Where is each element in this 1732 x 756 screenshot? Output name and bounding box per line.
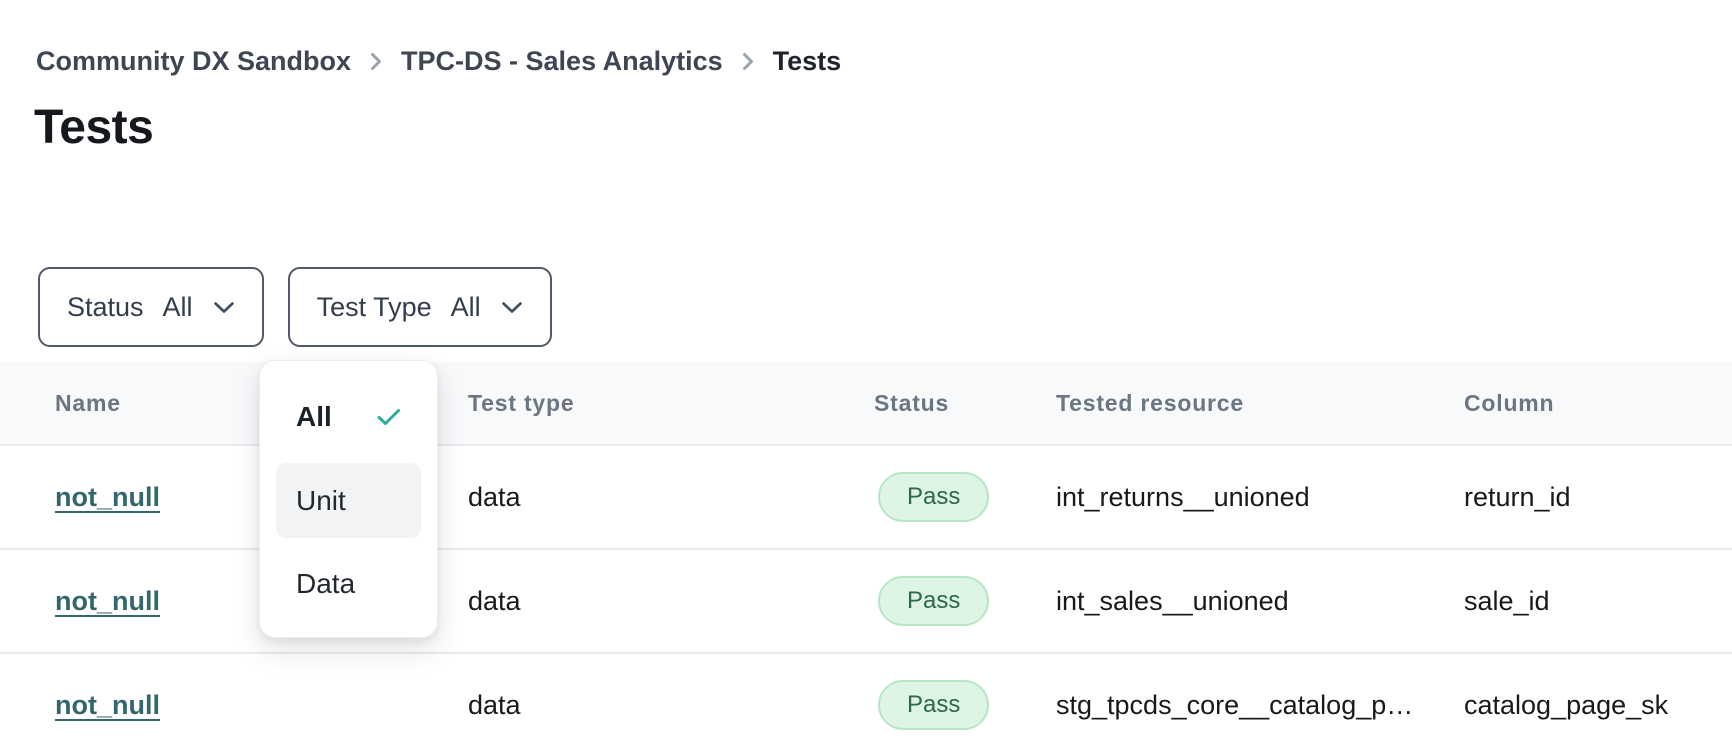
chevron-down-icon: [501, 301, 523, 314]
test-type-dropdown-menu: All Unit Data: [259, 360, 438, 638]
breadcrumb: Community DX Sandbox TPC-DS - Sales Anal…: [36, 46, 841, 77]
chevron-right-icon: [370, 52, 382, 71]
page-title: Tests: [34, 100, 153, 155]
filter-bar: Status All Test Type All: [38, 267, 552, 347]
test-type-filter-label: Test Type: [317, 292, 432, 323]
column-header-column: Column: [1464, 390, 1732, 417]
tested-resource-cell: stg_tpcds_core__catalog_p…: [1056, 690, 1464, 721]
chevron-right-icon: [742, 52, 754, 71]
status-filter-label: Status: [67, 292, 144, 323]
check-icon: [377, 408, 401, 426]
column-header-status: Status: [874, 390, 1056, 417]
test-name-link[interactable]: not_null: [55, 690, 160, 720]
dropdown-item-unit[interactable]: Unit: [276, 463, 421, 538]
dropdown-item-data[interactable]: Data: [276, 554, 421, 614]
status-badge: Pass: [878, 472, 989, 522]
dropdown-item-label: All: [296, 401, 332, 433]
breadcrumb-item-tests: Tests: [773, 46, 842, 77]
test-type-filter-button[interactable]: Test Type All: [288, 267, 552, 347]
column-cell: catalog_page_sk: [1464, 690, 1732, 721]
tests-page: Community DX Sandbox TPC-DS - Sales Anal…: [0, 0, 1732, 756]
status-filter-value: All: [163, 292, 193, 323]
tested-resource-cell: int_sales__unioned: [1056, 586, 1464, 617]
chevron-down-icon: [213, 301, 235, 314]
column-cell: sale_id: [1464, 586, 1732, 617]
test-type-filter-value: All: [451, 292, 481, 323]
column-header-tested-resource: Tested resource: [1056, 390, 1464, 417]
tested-resource-cell: int_returns__unioned: [1056, 482, 1464, 513]
test-type-cell: data: [468, 482, 874, 513]
dropdown-item-label: Unit: [296, 485, 346, 517]
dropdown-item-label: Data: [296, 568, 355, 600]
test-type-cell: data: [468, 690, 874, 721]
status-badge: Pass: [878, 680, 989, 730]
status-filter-button[interactable]: Status All: [38, 267, 264, 347]
status-badge: Pass: [878, 576, 989, 626]
test-name-link[interactable]: not_null: [55, 586, 160, 616]
table-row: not_null data Pass stg_tpcds_core__catal…: [0, 652, 1732, 756]
column-cell: return_id: [1464, 482, 1732, 513]
breadcrumb-item-pipeline[interactable]: TPC-DS - Sales Analytics: [401, 46, 723, 77]
test-type-cell: data: [468, 586, 874, 617]
column-header-test-type: Test type: [468, 390, 874, 417]
breadcrumb-item-project[interactable]: Community DX Sandbox: [36, 46, 351, 77]
dropdown-item-all[interactable]: All: [276, 387, 421, 447]
test-name-link[interactable]: not_null: [55, 482, 160, 512]
